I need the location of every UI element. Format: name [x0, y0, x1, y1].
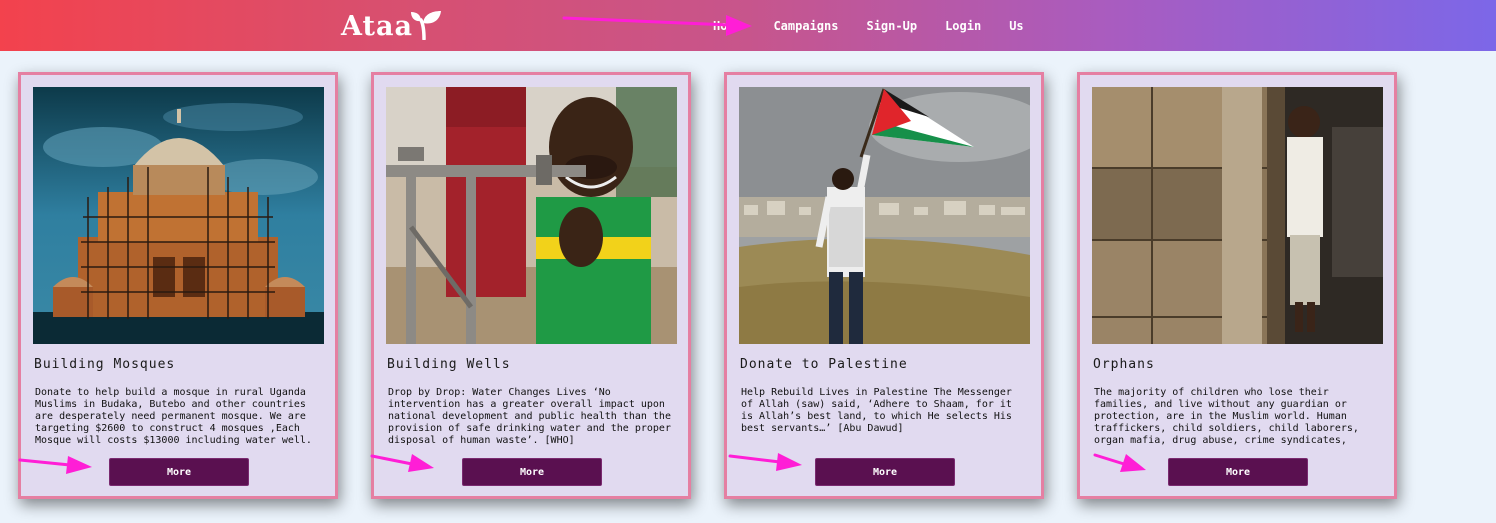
nav-signup-link[interactable]: Sign-Up	[866, 18, 917, 34]
top-navbar: Ataa Ho Campaigns Sign-Up Login Us	[0, 0, 1496, 51]
more-button[interactable]: More	[462, 458, 602, 486]
card-title: Building Wells	[387, 357, 511, 372]
more-button[interactable]: More	[109, 458, 249, 486]
nav-about-us-link[interactable]: Us	[1009, 18, 1023, 34]
brand-logo[interactable]: Ataa	[341, 8, 444, 42]
card-title: Building Mosques	[34, 357, 176, 372]
sprout-icon	[410, 11, 441, 40]
card-image	[1092, 87, 1383, 344]
card-title: Orphans	[1093, 357, 1155, 372]
main-nav: Ho Campaigns Sign-Up Login Us	[713, 18, 1052, 34]
mosque-photo	[33, 87, 324, 344]
campaign-card-orphans: Orphans The majority of children who los…	[1077, 72, 1397, 499]
card-description: The majority of children who lose their …	[1094, 387, 1359, 446]
card-image	[739, 87, 1030, 344]
card-description: Help Rebuild Lives in Palestine The Mess…	[741, 387, 1012, 434]
more-button[interactable]: More	[1168, 458, 1308, 486]
nav-home-link[interactable]: Ho	[713, 18, 727, 34]
orphans-photo	[1092, 87, 1383, 344]
card-description: Drop by Drop: Water Changes Lives ‘No in…	[388, 387, 671, 446]
campaign-card-wells: Building Wells Drop by Drop: Water Chang…	[371, 72, 691, 499]
card-description: Donate to help build a mosque in rural U…	[35, 387, 312, 446]
palestine-photo	[739, 87, 1030, 344]
campaign-card-mosques: Building Mosques Donate to help build a …	[18, 72, 338, 499]
more-button[interactable]: More	[815, 458, 955, 486]
brand-name: Ataa	[341, 11, 413, 42]
card-image	[33, 87, 324, 344]
card-title: Donate to Palestine	[740, 357, 908, 372]
campaign-card-palestine: Donate to Palestine Help Rebuild Lives i…	[724, 72, 1044, 499]
card-image	[386, 87, 677, 344]
wells-photo	[386, 87, 677, 344]
nav-campaigns-link[interactable]: Campaigns	[773, 18, 838, 34]
nav-login-link[interactable]: Login	[945, 18, 981, 34]
